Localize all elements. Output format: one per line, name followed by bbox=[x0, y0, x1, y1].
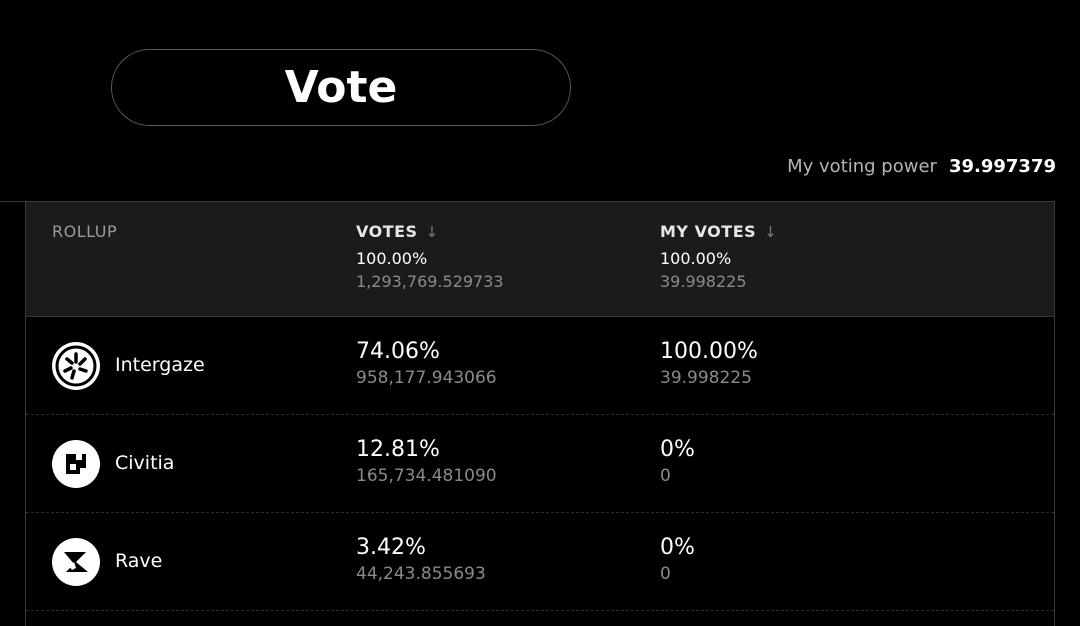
column-header-rollup: ROLLUP bbox=[52, 222, 118, 241]
voting-power-label: My voting power bbox=[787, 156, 937, 177]
column-header-my-votes-label: MY VOTES bbox=[660, 222, 757, 241]
votes-percent: 74.06% bbox=[356, 339, 440, 364]
table-row[interactable]: Rave 3.42% 44,243.855693 0% 0 bbox=[26, 513, 1054, 611]
my-votes-cell: 100.00% 39.998225 bbox=[660, 339, 758, 388]
votes-percent: 12.81% bbox=[356, 437, 440, 462]
voting-power: My voting power 39.997379 bbox=[787, 156, 1056, 177]
column-votes: VOTES ↓ 100.00% 1,293,769.529733 bbox=[356, 222, 504, 291]
column-my-votes: MY VOTES ↓ 100.00% 39.998225 bbox=[660, 222, 777, 291]
votes-cell: 3.42% 44,243.855693 bbox=[356, 535, 486, 584]
divider bbox=[0, 201, 26, 202]
my-votes-total-amount: 39.998225 bbox=[660, 272, 747, 291]
rollup-name: Civitia bbox=[115, 452, 175, 474]
my-votes-percent: 0% bbox=[660, 437, 695, 462]
votes-cell: 74.06% 958,177.943066 bbox=[356, 339, 497, 388]
my-votes-total-percent: 100.00% bbox=[660, 249, 732, 268]
rollup-name: Intergaze bbox=[115, 354, 205, 376]
votes-amount: 958,177.943066 bbox=[356, 368, 497, 388]
vote-page: Vote My voting power 39.997379 ROLLUP VO… bbox=[0, 0, 1080, 626]
voting-power-value: 39.997379 bbox=[948, 156, 1056, 177]
my-votes-amount: 0 bbox=[660, 564, 671, 584]
votes-total-percent: 100.00% bbox=[356, 249, 428, 268]
votes-total-amount: 1,293,769.529733 bbox=[356, 272, 504, 291]
table-row[interactable]: Civitia 12.81% 165,734.481090 0% 0 bbox=[26, 415, 1054, 513]
votes-cell: 12.81% 165,734.481090 bbox=[356, 437, 497, 486]
rollup-votes-table: ROLLUP VOTES ↓ 100.00% 1,293,769.529733 … bbox=[25, 201, 1055, 626]
votes-amount: 165,734.481090 bbox=[356, 466, 497, 486]
vote-title-pill: Vote bbox=[111, 49, 571, 126]
column-header-votes[interactable]: VOTES ↓ bbox=[356, 222, 504, 241]
table-header: ROLLUP VOTES ↓ 100.00% 1,293,769.529733 … bbox=[26, 202, 1054, 317]
sort-arrow-down-icon[interactable]: ↓ bbox=[426, 223, 439, 241]
my-votes-percent: 100.00% bbox=[660, 339, 758, 364]
page-title: Vote bbox=[284, 62, 398, 113]
column-header-my-votes[interactable]: MY VOTES ↓ bbox=[660, 222, 777, 241]
rollup-name: Rave bbox=[115, 550, 163, 572]
votes-percent: 3.42% bbox=[356, 535, 426, 560]
votes-amount: 44,243.855693 bbox=[356, 564, 486, 584]
sort-arrow-down-icon[interactable]: ↓ bbox=[764, 223, 777, 241]
table-row[interactable]: Intergaze 74.06% 958,177.943066 100.00% … bbox=[26, 317, 1054, 415]
my-votes-percent: 0% bbox=[660, 535, 695, 560]
my-votes-cell: 0% 0 bbox=[660, 437, 695, 486]
column-header-votes-label: VOTES bbox=[356, 222, 418, 241]
intergaze-logo-icon bbox=[52, 342, 100, 390]
civitia-logo-icon bbox=[52, 440, 100, 488]
my-votes-amount: 39.998225 bbox=[660, 368, 752, 388]
rave-logo-icon bbox=[52, 538, 100, 586]
my-votes-cell: 0% 0 bbox=[660, 535, 695, 584]
my-votes-amount: 0 bbox=[660, 466, 671, 486]
